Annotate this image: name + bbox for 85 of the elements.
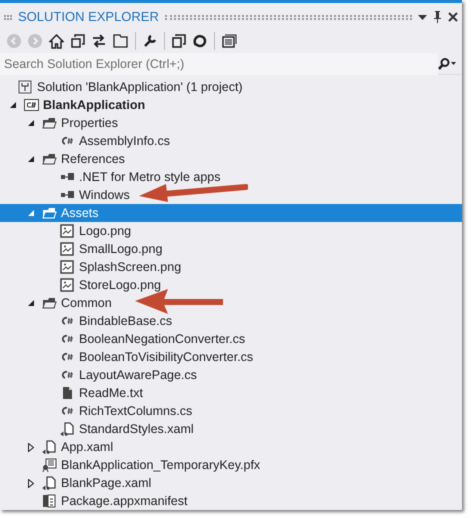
folder-view-icon[interactable] <box>113 34 128 48</box>
tree-item[interactable]: BooleanNegationConverter.cs <box>0 330 462 348</box>
tree-item[interactable]: Properties <box>0 114 462 132</box>
tree-item[interactable]: Windows <box>0 186 462 204</box>
item-label: BooleanToVisibilityConverter.cs <box>79 348 254 366</box>
search-icon[interactable] <box>438 58 456 70</box>
xaml-file-icon <box>42 440 57 454</box>
item-label: BlankApplication <box>43 96 146 114</box>
tree-item[interactable]: Logo.png <box>0 222 462 240</box>
folder-icon <box>42 206 57 220</box>
expand-arrow-icon[interactable] <box>28 478 34 488</box>
item-label: BooleanNegationConverter.cs <box>79 330 246 348</box>
project-icon <box>24 98 39 112</box>
grip-icon[interactable] <box>164 14 412 20</box>
item-label: BindableBase.cs <box>79 312 174 330</box>
item-label: StoreLogo.png <box>79 276 162 294</box>
xaml-file-icon <box>60 422 75 436</box>
tree-item[interactable]: Common <box>0 294 462 312</box>
folder-icon <box>42 152 57 166</box>
item-label: ReadMe.txt <box>79 384 144 402</box>
collapse-arrow-icon[interactable] <box>28 300 34 306</box>
collapse-icon[interactable] <box>172 34 186 48</box>
item-label: Common <box>61 294 113 312</box>
item-label: Properties <box>61 114 119 132</box>
tree-item[interactable]: StoreLogo.png <box>0 276 462 294</box>
image-file-icon <box>60 242 75 256</box>
home-icon[interactable] <box>49 34 64 48</box>
collapse-arrow-icon[interactable] <box>10 102 16 108</box>
item-label: Assets <box>61 204 100 222</box>
panel-title: SOLUTION EXPLORER <box>18 8 159 26</box>
tree-item[interactable]: AssemblyInfo.cs <box>0 132 462 150</box>
tree-item[interactable]: BlankApplication_TemporaryKey.pfx <box>0 456 462 474</box>
image-file-icon <box>60 224 75 238</box>
tree-item[interactable]: RichTextColumns.cs <box>0 402 462 420</box>
certificate-icon <box>42 458 57 472</box>
text-file-icon <box>60 386 75 400</box>
item-label: SmallLogo.png <box>79 240 164 258</box>
item-label: StandardStyles.xaml <box>79 420 195 438</box>
tree-item[interactable]: SmallLogo.png <box>0 240 462 258</box>
item-label: Solution 'BlankApplication' (1 project) <box>37 78 244 96</box>
item-label: LayoutAwarePage.cs <box>79 366 198 384</box>
tree-item[interactable]: App.xaml <box>0 438 462 456</box>
item-label: BlankApplication_TemporaryKey.pfx <box>61 456 262 474</box>
folder-icon <box>42 296 57 310</box>
sync-icon[interactable] <box>92 34 106 48</box>
item-label: RichTextColumns.cs <box>79 402 194 420</box>
close-icon[interactable] <box>448 12 458 22</box>
properties-icon[interactable] <box>222 34 237 48</box>
tree-item[interactable]: Assets <box>0 204 462 222</box>
tree-item[interactable]: .NET for Metro style apps <box>0 168 462 186</box>
folder-icon <box>42 116 57 130</box>
item-label: App.xaml <box>61 438 114 456</box>
item-label: Package.appxmanifest <box>61 492 188 510</box>
tree-item[interactable]: BindableBase.cs <box>0 312 462 330</box>
item-label: SplashScreen.png <box>79 258 182 276</box>
tree-item[interactable]: References <box>0 150 462 168</box>
wrench-icon[interactable] <box>143 34 157 48</box>
item-label: Windows <box>79 186 131 204</box>
item-label: BlankPage.xaml <box>61 474 152 492</box>
collapse-arrow-icon[interactable] <box>28 120 34 126</box>
tree-item[interactable]: LayoutAwarePage.cs <box>0 366 462 384</box>
grip-icon[interactable] <box>4 14 12 20</box>
dropdown-icon[interactable] <box>418 14 427 20</box>
image-file-icon <box>60 278 75 292</box>
tree-item[interactable]: BlankPage.xaml <box>0 474 462 492</box>
image-file-icon <box>60 260 75 274</box>
pin-icon[interactable] <box>433 11 442 23</box>
manifest-icon <box>42 494 57 508</box>
tree-item[interactable]: Solution 'BlankApplication' (1 project) <box>0 78 462 96</box>
tree-item[interactable]: Package.appxmanifest <box>0 492 462 510</box>
item-label: References <box>61 150 126 168</box>
tree-item[interactable]: SplashScreen.png <box>0 258 462 276</box>
windows-icon[interactable] <box>71 34 85 48</box>
collapse-arrow-icon[interactable] <box>28 156 34 162</box>
search-field[interactable]: Search Solution Explorer (Ctrl+;) <box>0 52 438 74</box>
tree-item[interactable]: BlankApplication <box>0 96 462 114</box>
expand-arrow-icon[interactable] <box>28 442 34 452</box>
tree-item[interactable]: StandardStyles.xaml <box>0 420 462 438</box>
tree-item[interactable]: BooleanToVisibilityConverter.cs <box>0 348 462 366</box>
solution-icon <box>18 80 33 94</box>
tree-item[interactable]: ReadMe.txt <box>0 384 462 402</box>
item-label: Logo.png <box>79 222 132 240</box>
item-label: .NET for Metro style apps <box>79 168 222 186</box>
item-label: AssemblyInfo.cs <box>79 132 172 150</box>
xaml-file-icon <box>42 476 57 490</box>
